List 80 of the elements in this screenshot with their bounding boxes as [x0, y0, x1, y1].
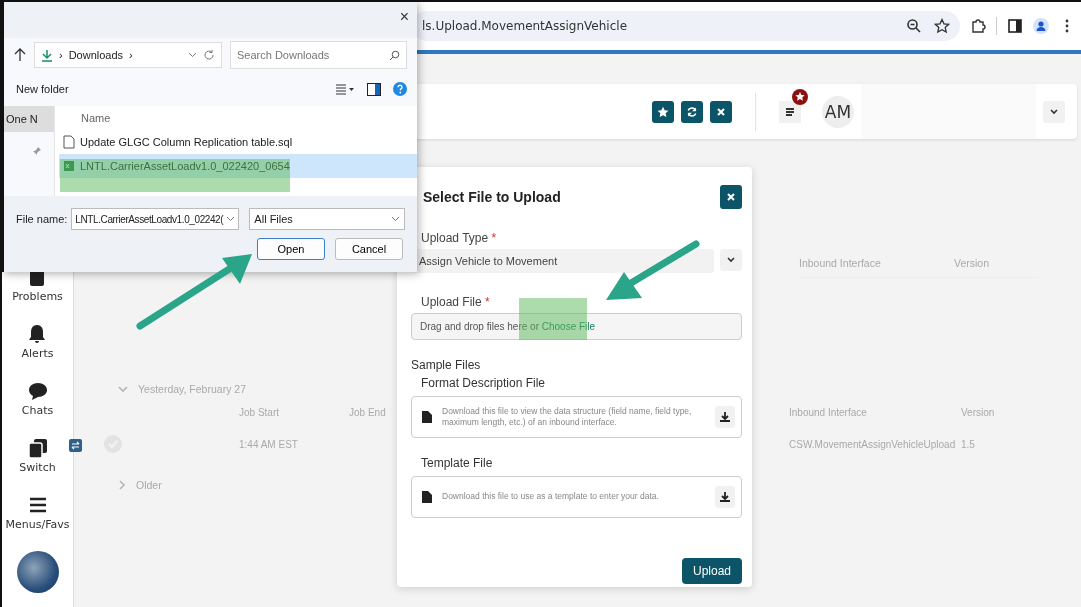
file-name-field[interactable]: LNTL.CarrierAssetLoadv1.0_02242( [71, 208, 240, 230]
download-button[interactable] [715, 406, 735, 428]
dialog-title: Select File to Upload [423, 189, 561, 205]
spreadsheet-file-icon [63, 159, 75, 173]
download-button[interactable] [715, 486, 735, 508]
document-icon [422, 491, 432, 503]
globe-avatar[interactable] [16, 551, 59, 593]
nav-item[interactable]: One N [4, 106, 54, 132]
table-cell: 1:44 AM EST [239, 438, 298, 450]
document-icon [422, 411, 432, 423]
column-header: Version [954, 257, 990, 271]
upload-type-select[interactable]: Assign Vehicle to Movement [411, 249, 714, 273]
caret-button[interactable] [720, 249, 742, 271]
sidebar-item[interactable]: Switch [19, 437, 56, 474]
file-drop-zone[interactable]: Drag and drop files here or Choose File [411, 313, 742, 340]
file-title: Format Description File [421, 376, 547, 390]
chevron-down-icon[interactable] [226, 216, 236, 222]
group-title: Older [136, 479, 162, 491]
table-cell: CSW.MovementAssignVehicleUpload [789, 438, 956, 450]
download-icon [41, 48, 53, 62]
caret-icon [1050, 108, 1058, 115]
file-title: Template File [421, 456, 494, 470]
document-icon [63, 135, 75, 149]
column-header: Inbound Interface [789, 407, 867, 418]
side-panel-icon[interactable] [1007, 18, 1023, 34]
close-button[interactable] [720, 185, 742, 209]
sidebar-item[interactable]: Menus/Favs [5, 494, 70, 531]
menu-icon [784, 105, 796, 118]
column-header: Job Start [239, 407, 280, 418]
caret-icon [727, 257, 735, 263]
star-icon [657, 105, 669, 118]
field-label: File name: [16, 213, 68, 225]
upload-button[interactable]: Upload [681, 558, 742, 584]
refresh-icon [686, 105, 698, 118]
search-field[interactable]: Search Downloads [230, 41, 407, 69]
star-icon[interactable] [934, 18, 950, 34]
profile-icon[interactable] [1033, 18, 1049, 34]
notification-badge-icon [792, 88, 808, 105]
section-title: Sample Files [411, 358, 482, 372]
refresh-button[interactable] [681, 100, 703, 123]
sidebar-item[interactable]: Chats [21, 380, 54, 417]
refresh-icon[interactable] [203, 49, 215, 61]
preview-pane-icon[interactable] [367, 82, 381, 96]
column-header: Inbound Interface [799, 257, 882, 271]
download-icon [719, 411, 731, 423]
download-icon [719, 491, 731, 503]
file-description: Download this file to view the data structure (field name, field type, maximum length, etc.) of an inbound interface. [442, 405, 693, 429]
chevron-down-icon [391, 216, 400, 222]
field-label: Upload Type * [421, 231, 498, 245]
file-row[interactable]: LNTL.CarrierAssetLoadv1.0_022420_0654 [59, 154, 417, 178]
menu-button[interactable] [779, 100, 801, 123]
file-type-select[interactable]: All Files [249, 208, 405, 230]
stacked-windows-icon [26, 437, 49, 459]
close-button[interactable] [710, 100, 732, 123]
group-title: Yesterday, February 27 [138, 383, 246, 395]
chat-bubble-icon [26, 380, 49, 402]
chevron-down-icon[interactable] [188, 52, 197, 58]
column-header[interactable]: Name [59, 112, 417, 130]
file-row[interactable]: Update GLGC Column Replication table.sql [59, 130, 417, 154]
user-initials[interactable]: AM [822, 95, 854, 128]
close-icon [716, 106, 726, 117]
file-description: Download this file to use as a template to enter your data. [442, 491, 660, 503]
address-bar[interactable]: › Downloads › [34, 42, 222, 68]
help-icon[interactable] [393, 82, 407, 96]
close-icon [726, 192, 736, 202]
zoom-icon[interactable] [906, 18, 922, 34]
column-header: Job End [349, 407, 386, 418]
up-arrow-icon[interactable] [14, 48, 26, 62]
table-cell: 1.5 [961, 438, 975, 450]
search-icon [389, 49, 400, 61]
field-label: Upload File * [421, 295, 491, 309]
column-header: Version [961, 407, 995, 418]
cancel-button[interactable]: Cancel [335, 238, 403, 260]
sidebar-item[interactable]: Alerts [21, 323, 54, 360]
puzzle-icon[interactable] [970, 18, 986, 34]
view-list-icon[interactable] [335, 83, 355, 95]
pin-icon[interactable] [32, 146, 42, 156]
caret-button[interactable] [1043, 100, 1065, 123]
favorite-button[interactable] [652, 100, 674, 123]
open-button[interactable]: Open [257, 238, 325, 260]
